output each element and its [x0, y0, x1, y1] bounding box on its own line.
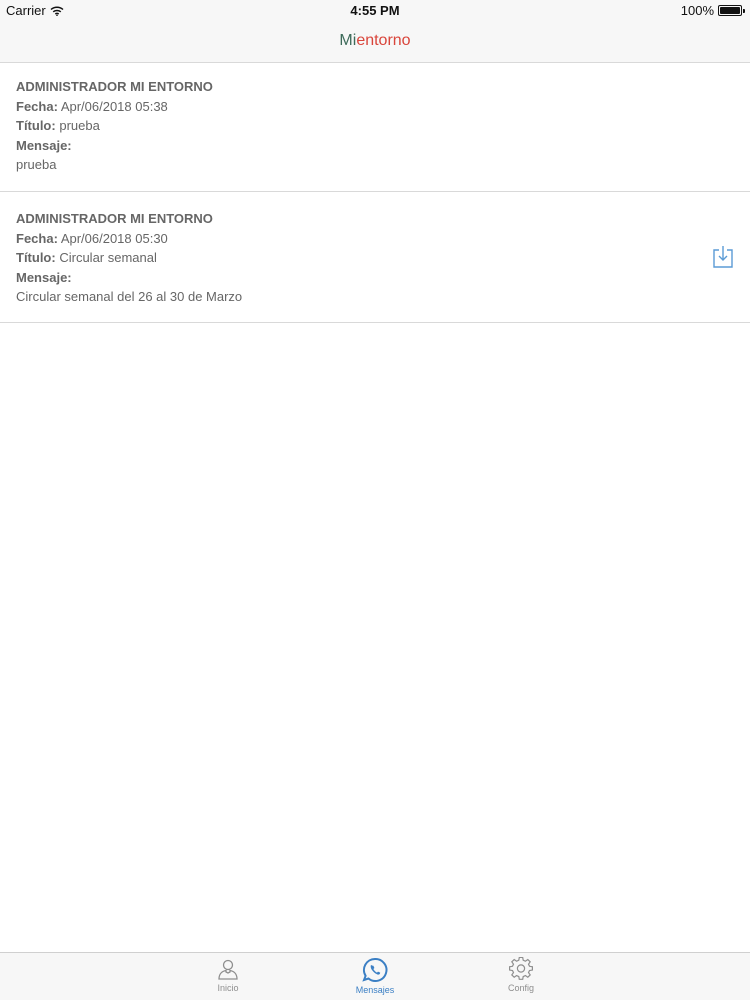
message-sender: ADMINISTRADOR MI ENTORNO: [16, 211, 213, 226]
message-date: Fecha: Apr/06/2018 05:30: [16, 229, 734, 249]
date-value: Apr/06/2018 05:30: [60, 230, 168, 246]
message-title: Título: Circular semanal: [16, 248, 734, 268]
message-item[interactable]: ADMINISTRADOR MI ENTORNO Fecha: Apr/06/2…: [0, 63, 750, 192]
battery-percent: 100%: [680, 3, 714, 18]
message-date: Fecha: Apr/06/2018 05:38: [16, 97, 734, 117]
message-sender: ADMINISTRADOR MI ENTORNO: [16, 79, 213, 94]
navigation-bar: Mientorno: [0, 22, 750, 63]
tab-label: Mensajes: [355, 985, 395, 995]
message-title: Título: prueba: [16, 116, 734, 136]
title-value: Circular semanal: [59, 250, 157, 265]
gear-icon: [509, 957, 533, 980]
tab-bar: Inicio Mensajes Config: [0, 952, 750, 1000]
tab-label: Config: [507, 983, 534, 993]
app-title-entorno: entorno: [356, 32, 411, 49]
download-icon[interactable]: [712, 245, 734, 269]
app-title-mi: Mi: [339, 32, 357, 49]
status-time: 4:55 PM: [350, 3, 400, 18]
message-item[interactable]: ADMINISTRADOR MI ENTORNO Fecha: Apr/06/2…: [0, 192, 750, 323]
date-value: Apr/06/2018 05:38: [60, 98, 168, 114]
message-label: Mensaje:: [16, 269, 72, 285]
tab-mensajes[interactable]: Mensajes: [330, 957, 420, 995]
battery-status: 100%: [680, 3, 745, 18]
message-body: prueba: [16, 157, 57, 172]
tab-label: Inicio: [217, 983, 239, 993]
tab-config[interactable]: Config: [476, 957, 566, 993]
battery-icon: [718, 5, 745, 16]
person-icon: [218, 959, 238, 980]
app-title: Mientorno: [339, 32, 410, 50]
message-label: Mensaje:: [16, 137, 72, 153]
date-label: Fecha:: [16, 98, 58, 114]
title-label: Título:: [16, 250, 56, 265]
app-screen: Carrier 4:55 PM 100% Mientorno ADMINISTR…: [0, 0, 750, 1000]
tab-inicio[interactable]: Inicio: [183, 957, 273, 993]
date-label: Fecha:: [16, 230, 58, 246]
status-bar: Carrier 4:55 PM 100%: [0, 0, 750, 22]
messages-list: ADMINISTRADOR MI ENTORNO Fecha: Apr/06/2…: [0, 63, 750, 323]
message-body: Circular semanal del 26 al 30 de Marzo: [16, 289, 243, 304]
title-value: prueba: [59, 118, 100, 133]
chat-phone-icon: [362, 957, 388, 982]
title-label: Título:: [16, 118, 56, 133]
battery-fill: [720, 7, 740, 14]
